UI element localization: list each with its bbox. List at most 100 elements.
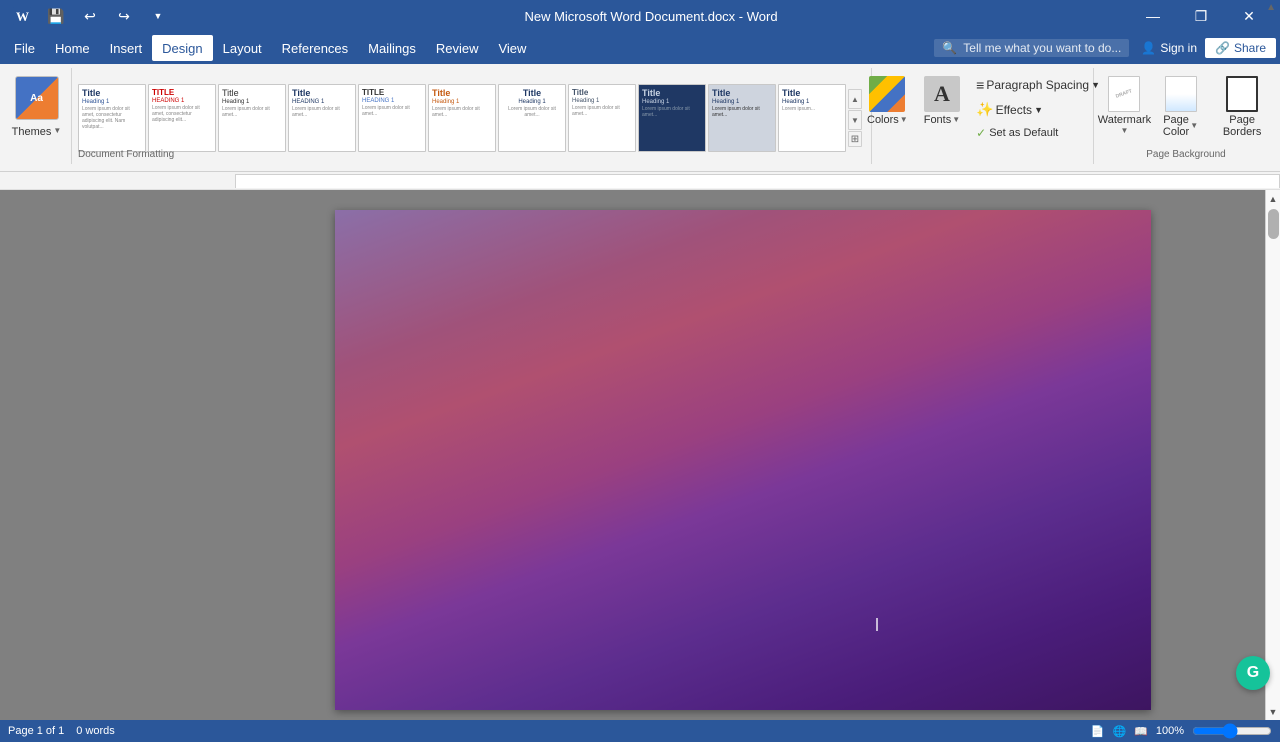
themes-group: Aa Themes ▼: [4, 68, 72, 164]
grammarly-icon[interactable]: G: [1236, 656, 1270, 690]
scroll-up-arrow[interactable]: ▲: [848, 89, 862, 109]
menu-mailings[interactable]: Mailings: [358, 35, 426, 61]
doc-formatting-group: Title Heading 1 Lorem ipsum dolor sit am…: [74, 68, 872, 164]
colors-dropdown-arrow: ▼: [900, 115, 908, 124]
scroll-more-arrow[interactable]: ⊞: [848, 131, 862, 147]
title-bar-left: W 💾 ↩ ↪ ▼: [8, 2, 172, 30]
style-thumb-9[interactable]: Title Heading 1 Lorem ipsum dolor sit am…: [638, 84, 706, 152]
effects-icon: ✨: [976, 101, 993, 118]
document-title: New Microsoft Word Document.docx - Word: [172, 9, 1130, 24]
page-bg-label: Page Background: [1096, 149, 1276, 160]
menu-design[interactable]: Design: [152, 35, 212, 61]
style-gallery: Title Heading 1 Lorem ipsum dolor sit am…: [78, 84, 846, 152]
fonts-button[interactable]: A Fonts ▼: [918, 72, 966, 130]
paragraph-spacing-label: Paragraph Spacing: [986, 78, 1089, 92]
themes-button[interactable]: Aa Themes ▼: [9, 72, 65, 142]
page-color-icon: [1165, 76, 1197, 112]
menu-file[interactable]: File: [4, 35, 45, 61]
style-thumb-5[interactable]: TITLE HEADING 1 Lorem ipsum dolor sit am…: [358, 84, 426, 152]
page-background-group: DRAFT Watermark ▼ PageColor ▼ Page Borde…: [1096, 68, 1276, 164]
menu-review[interactable]: Review: [426, 35, 489, 61]
scroll-track[interactable]: [1267, 205, 1280, 705]
themes-dropdown-arrow: ▼: [53, 126, 61, 135]
paragraph-spacing-button[interactable]: ≡ Paragraph Spacing ▼: [970, 74, 1106, 96]
view-read-icon[interactable]: 📖: [1134, 725, 1148, 738]
paragraph-spacing-icon: ≡: [976, 77, 984, 93]
scroll-up-button[interactable]: ▲: [1267, 192, 1280, 205]
style-thumb-7[interactable]: Title Heading 1 Lorem ipsum dolor sit am…: [498, 84, 566, 152]
view-print-icon[interactable]: 📄: [1091, 725, 1105, 738]
view-web-icon[interactable]: 🌐: [1112, 725, 1126, 738]
document-container: I ▲ ▼: [0, 190, 1280, 720]
menu-layout[interactable]: Layout: [213, 35, 272, 61]
close-button[interactable]: ✕: [1226, 0, 1272, 32]
ruler: [0, 172, 1280, 190]
restore-button[interactable]: ❐: [1178, 0, 1224, 32]
signin-button[interactable]: 👤 Sign in: [1141, 41, 1197, 55]
set-default-label: Set as Default: [989, 127, 1058, 139]
page-color-button[interactable]: PageColor ▼: [1154, 72, 1208, 142]
customize-qat-button[interactable]: ▼: [144, 2, 172, 30]
vertical-scrollbar: ▲ ▼: [1265, 190, 1280, 720]
watermark-label: Watermark: [1098, 114, 1151, 126]
page-borders-button[interactable]: Page Borders: [1210, 72, 1275, 142]
page-info: Page 1 of 1: [8, 725, 64, 737]
status-bar: Page 1 of 1 0 words 📄 🌐 📖 100%: [0, 720, 1280, 742]
watermark-arrow: ▼: [1120, 126, 1128, 135]
search-text: Tell me what you want to do...: [963, 41, 1121, 55]
scroll-down-arrow[interactable]: ▼: [848, 110, 862, 130]
watermark-button[interactable]: DRAFT Watermark ▼: [1097, 72, 1151, 139]
save-button[interactable]: 💾: [42, 2, 70, 30]
fonts-dropdown-arrow: ▼: [952, 115, 960, 124]
page-borders-icon: [1226, 76, 1258, 112]
zoom-slider[interactable]: [1192, 723, 1272, 739]
fonts-icon: A: [924, 76, 960, 112]
style-thumb-3[interactable]: Title Heading 1 Lorem ipsum dolor sit am…: [218, 84, 286, 152]
page-color-arrow: ▼: [1190, 121, 1198, 130]
share-button[interactable]: 🔗 Share: [1205, 38, 1276, 58]
doc-design-group: Colors ▼ A Fonts ▼ ≡ Paragraph S: [874, 68, 1094, 164]
document-page[interactable]: I: [335, 210, 1151, 710]
set-default-button[interactable]: ✓ Set as Default: [970, 123, 1106, 143]
svg-text:W: W: [16, 9, 29, 24]
style-thumb-10[interactable]: Title Heading 1 Lorem ipsum dolor sit am…: [708, 84, 776, 152]
menu-references[interactable]: References: [272, 35, 358, 61]
style-thumb-normal[interactable]: Title Heading 1 Lorem ipsum dolor sit am…: [78, 84, 146, 152]
ribbon: Aa Themes ▼ Title Heading 1 Lorem ipsum …: [0, 64, 1280, 172]
colors-icon: [869, 76, 905, 112]
scroll-down-button[interactable]: ▼: [1267, 705, 1280, 718]
style-thumb-11[interactable]: Title Heading 1 Lorem ipsum...: [778, 84, 846, 152]
menu-home[interactable]: Home: [45, 35, 100, 61]
menu-view[interactable]: View: [488, 35, 536, 61]
themes-label: Themes: [12, 126, 52, 138]
menu-bar: File Home Insert Design Layout Reference…: [0, 32, 1280, 64]
effects-label: Effects: [996, 103, 1032, 117]
fonts-label: Fonts: [924, 114, 952, 126]
minimize-button[interactable]: —: [1130, 0, 1176, 32]
undo-button[interactable]: ↩: [76, 2, 104, 30]
redo-button[interactable]: ↪: [110, 2, 138, 30]
style-thumb-2[interactable]: TITLE HEADING 1 Lorem ipsum dolor sit am…: [148, 84, 216, 152]
page-borders-label: Page Borders: [1216, 114, 1269, 138]
document-area[interactable]: I: [220, 190, 1265, 720]
style-gallery-scroll: ▲ ▼ ⊞: [848, 89, 862, 147]
effects-button[interactable]: ✨ Effects ▼: [970, 98, 1106, 121]
text-cursor: I: [875, 615, 880, 636]
style-thumb-6[interactable]: Title Heading 1 Lorem ipsum dolor sit am…: [428, 84, 496, 152]
menu-insert[interactable]: Insert: [100, 35, 153, 61]
status-right: 📄 🌐 📖 100%: [1091, 723, 1272, 739]
search-icon: 🔍: [942, 41, 957, 55]
effects-arrow: ▼: [1034, 105, 1043, 115]
title-bar-right: — ❐ ✕: [1130, 0, 1272, 32]
doc-formatting-label: Document Formatting: [78, 149, 871, 160]
style-thumb-4[interactable]: Title HEADING 1 Lorem ipsum dolor sit am…: [288, 84, 356, 152]
colors-button[interactable]: Colors ▼: [861, 72, 914, 130]
word-icon[interactable]: W: [8, 2, 36, 30]
colors-label: Colors: [867, 114, 899, 126]
watermark-icon: DRAFT: [1108, 76, 1140, 112]
style-thumb-8[interactable]: Title Heading 1 Lorem ipsum dolor sit am…: [568, 84, 636, 152]
collapse-ribbon-button[interactable]: ▲: [1266, 2, 1276, 13]
word-count: 0 words: [76, 725, 115, 737]
scroll-thumb[interactable]: [1268, 209, 1279, 239]
search-bar[interactable]: 🔍 Tell me what you want to do...: [934, 39, 1129, 57]
